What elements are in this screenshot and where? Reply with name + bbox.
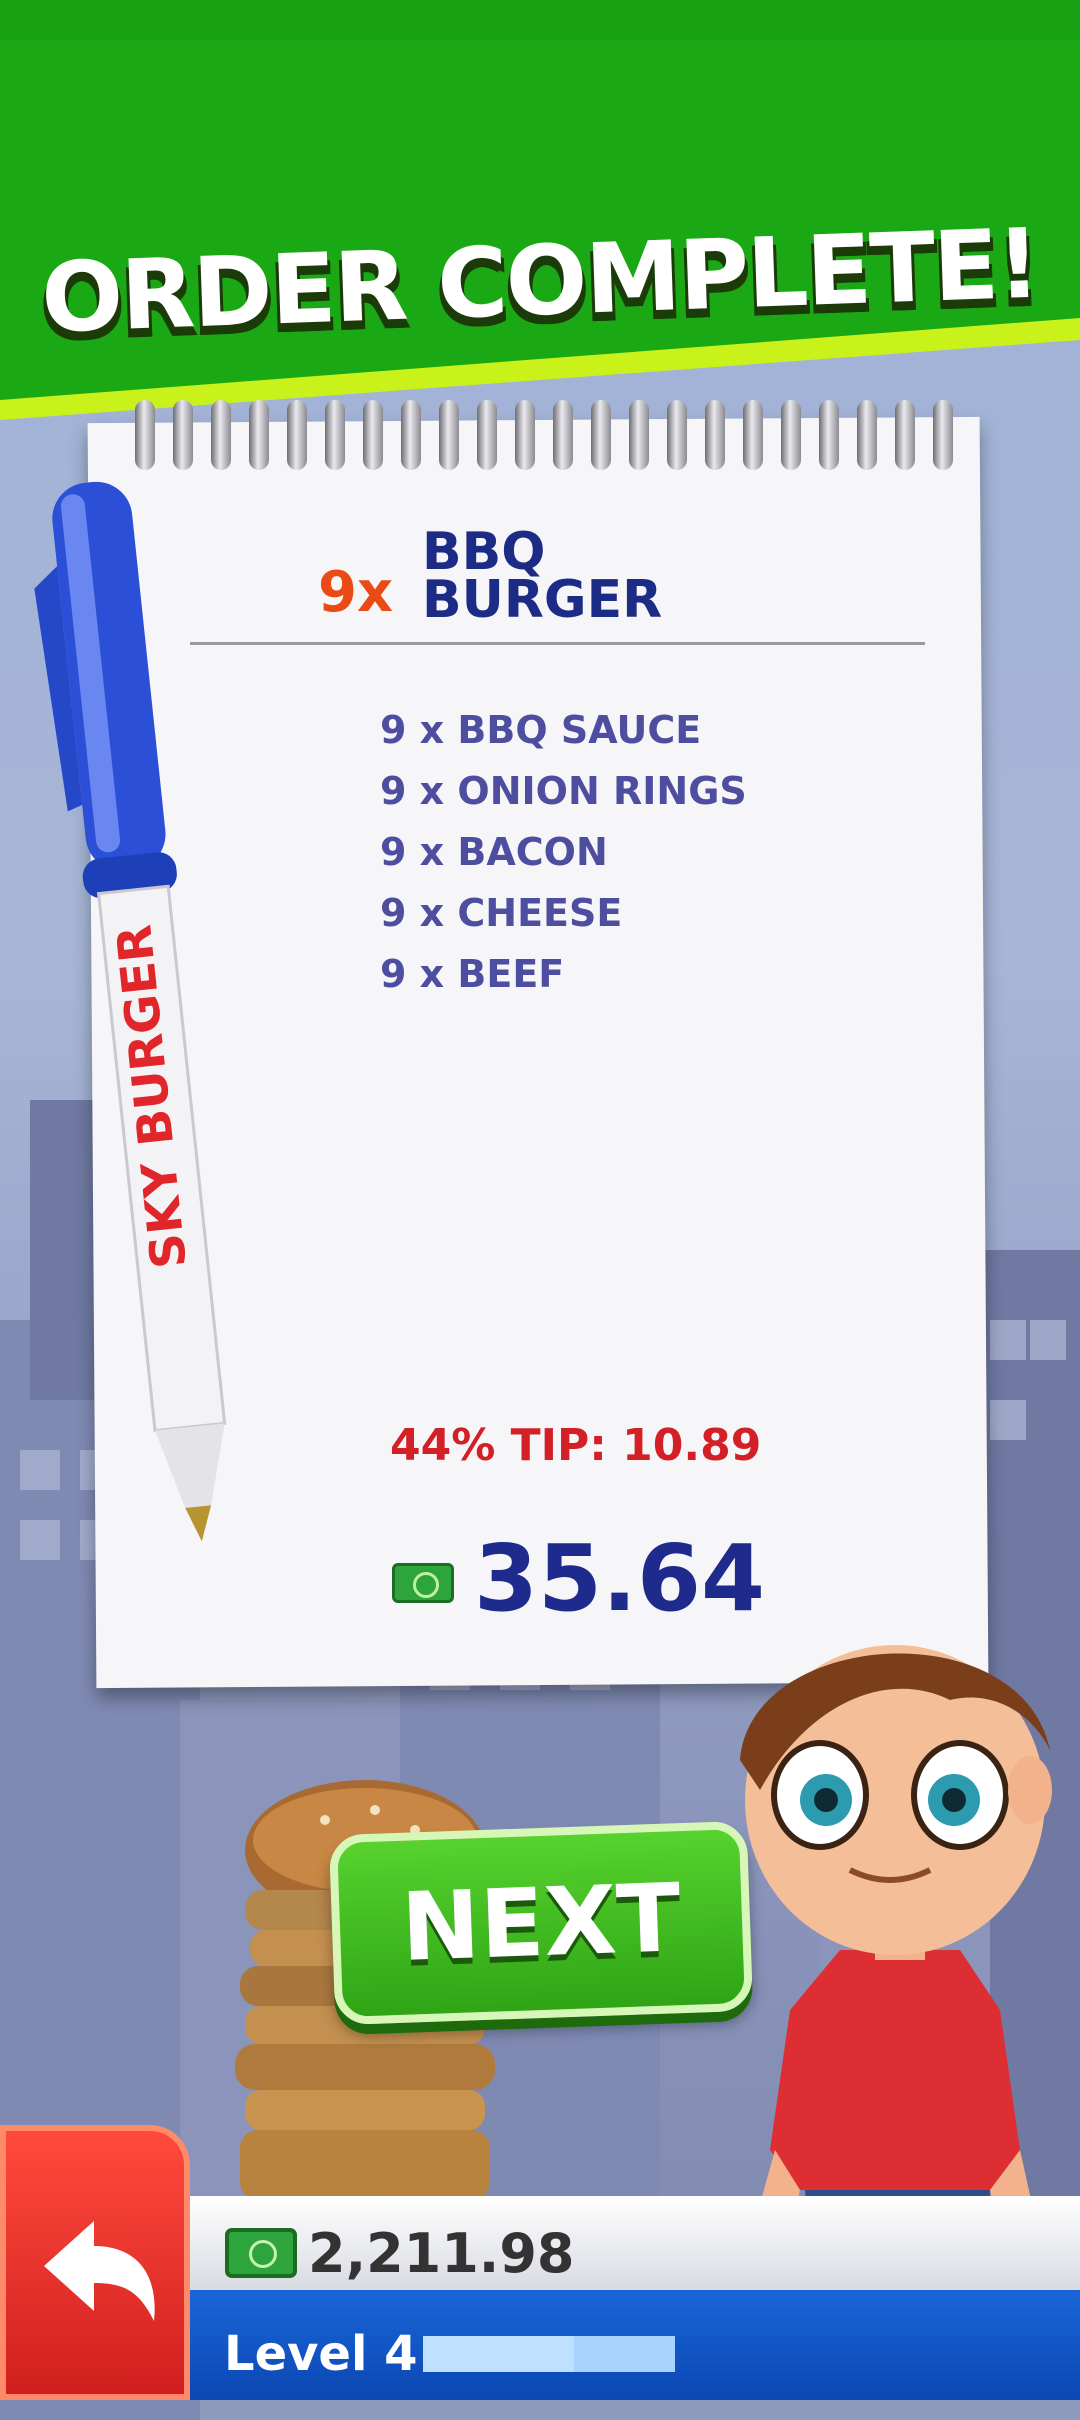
money-icon [225, 2228, 297, 2278]
notepad-divider [190, 642, 925, 645]
level-progress-fill [423, 2336, 575, 2372]
ingredient-item: 9 x ONION RINGS [380, 769, 747, 813]
back-button[interactable] [0, 2125, 190, 2400]
ingredient-item: 9 x BEEF [380, 952, 565, 996]
balance-amount: 2,211.98 [308, 2222, 575, 2285]
pen-icon: SKY BURGER [34, 481, 227, 1542]
order-item-name: BBQ BURGER [422, 522, 722, 630]
ingredient-item: 9 x BACON [380, 830, 608, 874]
level-label: Level 4 [224, 2326, 418, 2382]
order-quantity: 9x [318, 560, 394, 625]
tip-amount: 44% TIP: 10.89 [390, 1420, 762, 1471]
back-arrow-icon [44, 2221, 155, 2321]
order-name-line2: BURGER [422, 570, 663, 630]
ingredient-item: 9 x BBQ SAUCE [380, 708, 702, 752]
level-progress-track [423, 2336, 675, 2372]
order-name-line1: BBQ [422, 522, 546, 582]
ingredient-list: 9 x BBQ SAUCE 9 x ONION RINGS 9 x BACON … [380, 700, 747, 1005]
ingredient-item: 9 x CHEESE [380, 891, 623, 935]
money-icon [392, 1563, 454, 1603]
